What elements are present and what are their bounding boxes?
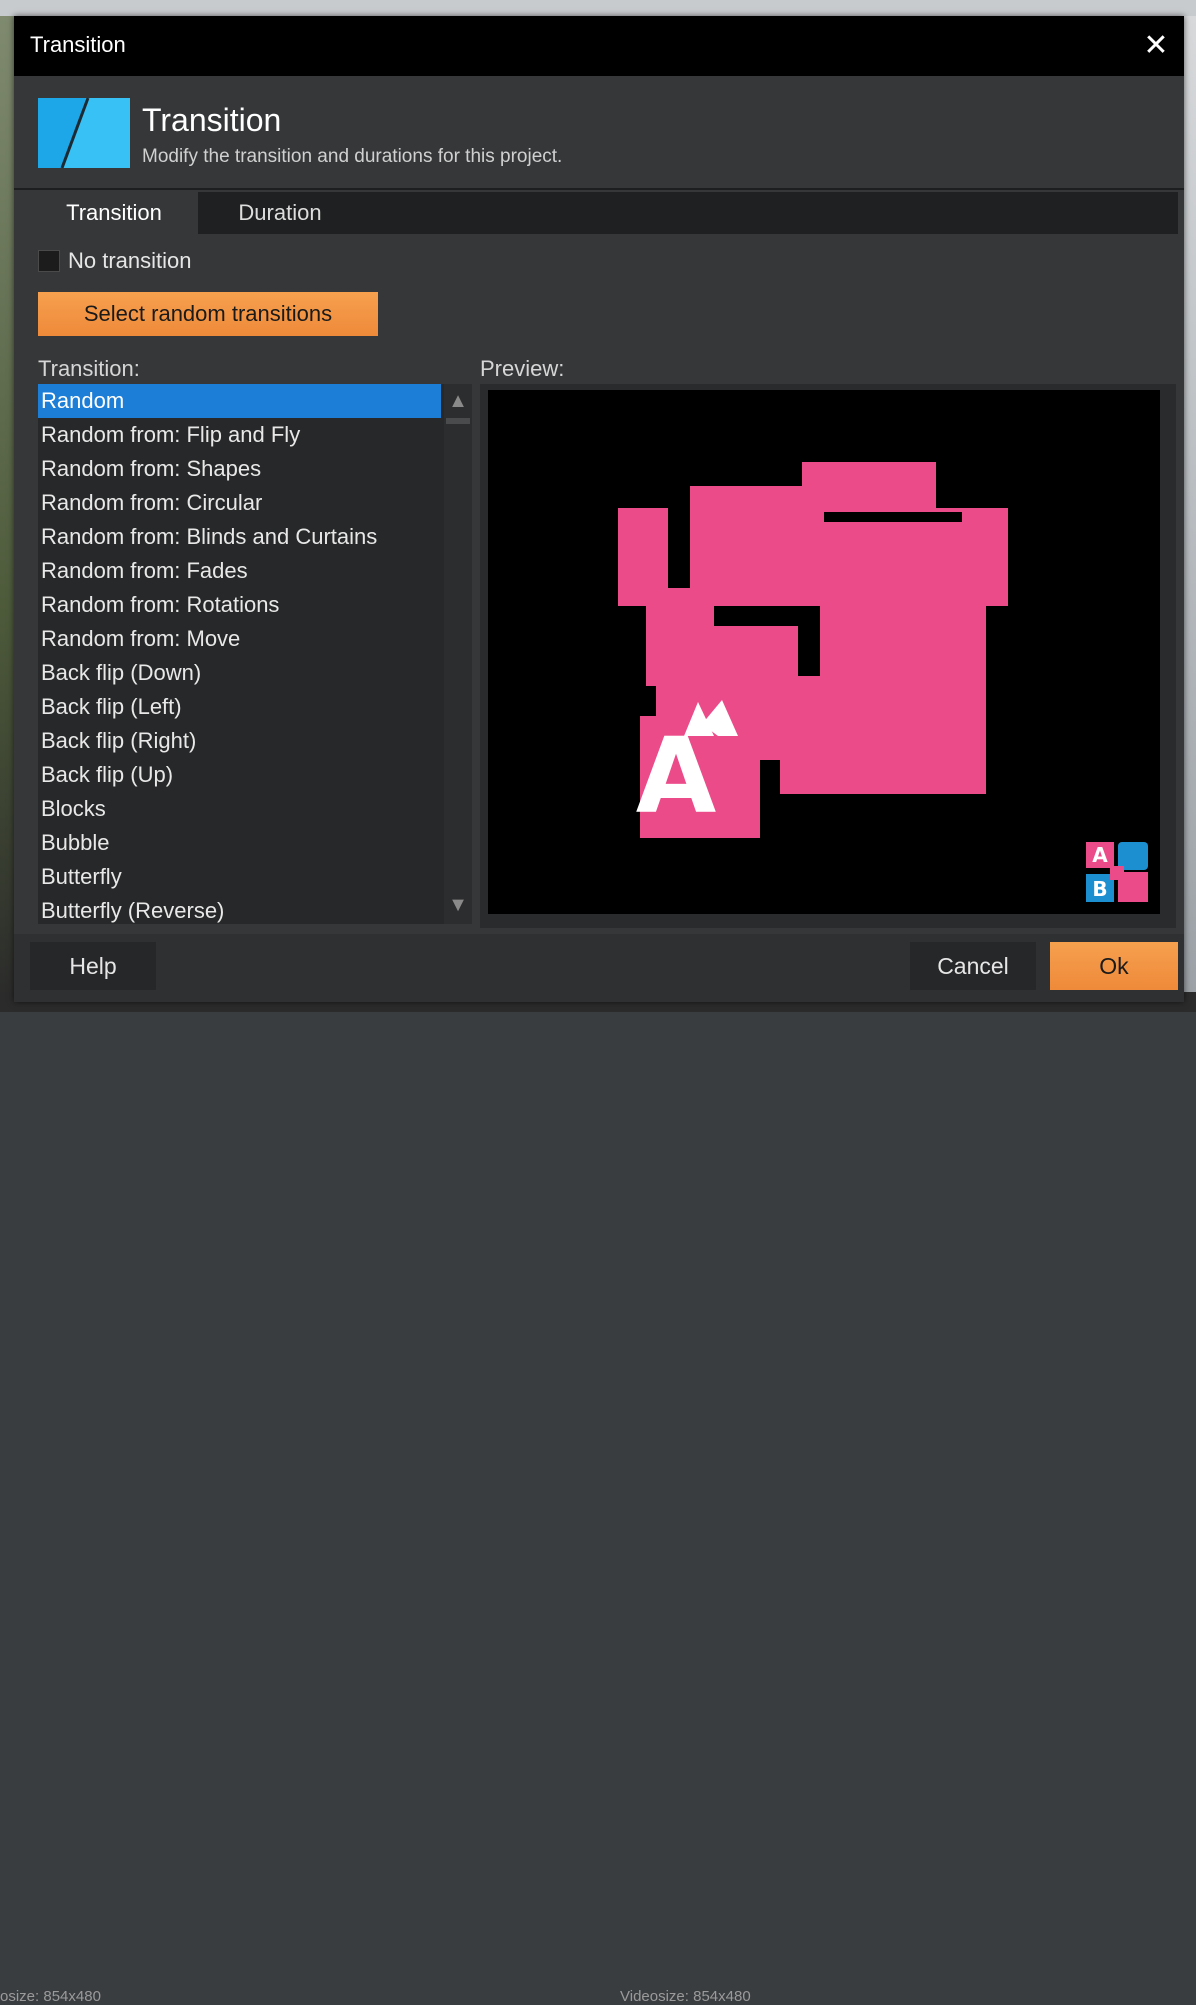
list-item[interactable]: Random from: Flip and Fly [38, 418, 441, 452]
scroll-up-arrow-icon[interactable]: ▲ [444, 386, 472, 416]
cancel-button[interactable]: Cancel [910, 942, 1036, 990]
list-item-selected[interactable]: Random [38, 384, 441, 418]
list-item[interactable]: Random from: Rotations [38, 588, 441, 622]
scroll-thumb[interactable] [446, 418, 470, 424]
list-item[interactable]: Butterfly [38, 860, 441, 894]
background-videosize-right: Videosize: 854x480 [620, 1988, 751, 2005]
list-item[interactable]: Random from: Circular [38, 486, 441, 520]
transition-logo-icon [38, 98, 130, 168]
list-item[interactable]: Bubble [38, 826, 441, 860]
badge-b-label: B [1092, 877, 1107, 901]
dialog-footer: Help Cancel Ok [14, 934, 1184, 1002]
transition-list-label: Transition: [38, 356, 140, 381]
list-item[interactable]: Back flip (Left) [38, 690, 441, 724]
header-subtitle: Modify the transition and durations for … [142, 146, 563, 167]
scroll-down-arrow-icon[interactable]: ▼ [444, 890, 472, 920]
tab-bar: Transition Duration [30, 192, 1178, 234]
background-right-strip [1184, 16, 1196, 1012]
transition-dialog: Transition ✕ Transition Modify the trans… [14, 16, 1184, 1002]
list-item[interactable]: Random from: Move [38, 622, 441, 656]
transition-preview: A A B [488, 390, 1160, 914]
tab-duration[interactable]: Duration [198, 192, 362, 234]
select-random-transitions-button[interactable]: Select random transitions [38, 292, 378, 336]
list-item[interactable]: Butterfly (Reverse) [38, 894, 441, 924]
close-icon[interactable]: ✕ [1138, 28, 1174, 64]
background-videosize-left: osize: 854x480 [0, 1988, 101, 2005]
dialog-header: Transition Modify the transition and dur… [14, 76, 1184, 188]
ok-button[interactable]: Ok [1050, 942, 1178, 990]
preview-frame: A A B [480, 384, 1176, 928]
no-transition-label[interactable]: No transition [68, 248, 192, 274]
list-item[interactable]: Blocks [38, 792, 441, 826]
header-divider [14, 188, 1184, 190]
list-item[interactable]: Back flip (Down) [38, 656, 441, 690]
transition-listbox[interactable]: Random Random from: Flip and Fly Random … [38, 384, 472, 924]
background-window [0, 0, 1196, 16]
list-item[interactable]: Back flip (Right) [38, 724, 441, 758]
title-bar: Transition ✕ [14, 16, 1184, 76]
preview-label: Preview: [480, 356, 565, 381]
tab-transition[interactable]: Transition [30, 192, 198, 234]
window-title: Transition [30, 32, 126, 57]
badge-a-label: A [1092, 843, 1108, 867]
header-title: Transition [142, 102, 282, 138]
no-transition-checkbox[interactable] [38, 250, 60, 272]
list-scrollbar[interactable]: ▲ ▼ [444, 384, 472, 924]
list-item[interactable]: Random from: Blinds and Curtains [38, 520, 441, 554]
help-button[interactable]: Help [30, 942, 156, 990]
list-item[interactable]: Back flip (Up) [38, 758, 441, 792]
background-left-strip [0, 16, 14, 1012]
list-item[interactable]: Random from: Fades [38, 554, 441, 588]
list-item[interactable]: Random from: Shapes [38, 452, 441, 486]
transition-tab-content: No transition Select random transitions … [30, 234, 1178, 934]
